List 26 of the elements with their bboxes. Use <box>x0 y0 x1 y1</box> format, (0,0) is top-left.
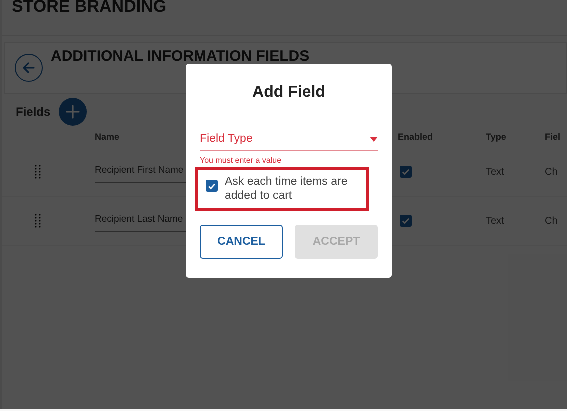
table-cell-text: Ch <box>545 216 559 226</box>
drag-handle-icon[interactable] <box>34 165 40 179</box>
table-cell-text: Text <box>486 216 506 226</box>
back-button[interactable] <box>15 54 43 82</box>
dialog-title: Add Field <box>252 84 326 103</box>
page-title: STORE BRANDING <box>2 0 567 36</box>
checkbox-label: Ask each time items are added to cart <box>225 175 349 203</box>
table-cell-text: Text <box>486 166 506 178</box>
add-button[interactable] <box>58 98 87 126</box>
field-type-select[interactable]: Field Type <box>200 128 378 151</box>
checkbox[interactable] <box>206 180 218 192</box>
column-header: Type <box>486 132 506 142</box>
caret-icon <box>370 136 378 142</box>
arrow-left-icon <box>22 61 36 75</box>
column-header: Enabled <box>398 132 434 142</box>
section-title: ADDITIONAL INFORMATION FIELDS <box>51 49 310 64</box>
plus-icon <box>66 105 80 119</box>
column-header: Fiel <box>545 132 561 142</box>
cancel-button[interactable]: CANCEL <box>200 225 283 259</box>
enabled-checkbox[interactable] <box>400 215 412 227</box>
error-message: You must enter a value <box>200 156 283 165</box>
fields-label: Fields <box>16 105 51 119</box>
enabled-checkbox[interactable] <box>400 166 412 178</box>
table-cell-text: Ch <box>545 166 559 178</box>
drag-handle-icon[interactable] <box>34 214 40 228</box>
column-header: Name <box>95 132 120 142</box>
